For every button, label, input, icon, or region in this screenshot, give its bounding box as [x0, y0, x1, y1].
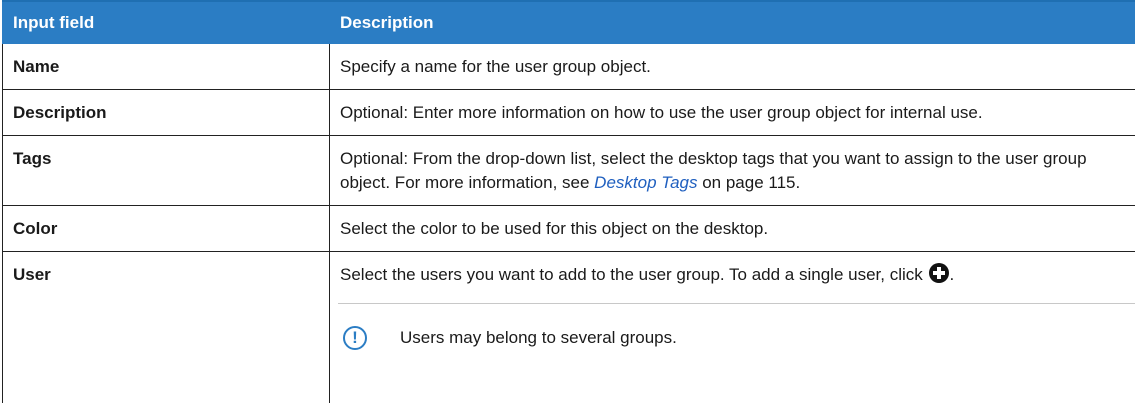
description-cell: Specify a name for the user group object…	[329, 43, 1135, 90]
desktop-tags-link[interactable]: Desktop Tags	[594, 173, 697, 192]
table-header-row: Input field Description	[2, 0, 1135, 44]
description-cell: Optional: From the drop-down list, selec…	[329, 135, 1135, 206]
note-text: Users may belong to several groups.	[400, 328, 677, 347]
description-text: on page 115.	[697, 173, 801, 192]
table-row: Description Optional: Enter more informa…	[2, 89, 1135, 136]
description-cell: Optional: Enter more information on how …	[329, 89, 1135, 136]
description-cell: Select the users you want to add to the …	[329, 251, 1135, 403]
field-name-cell: Color	[2, 205, 330, 252]
description-text: .	[949, 265, 955, 284]
description-cell: Select the color to be used for this obj…	[329, 205, 1135, 252]
header-input-field: Input field	[2, 0, 330, 44]
field-name-cell: Description	[2, 89, 330, 136]
field-name-cell: User	[2, 251, 330, 403]
description-text: Select the users you want to add to the …	[340, 265, 928, 284]
note-box: ! Users may belong to several groups.	[338, 303, 1135, 350]
table-row: Name Specify a name for the user group o…	[2, 43, 1135, 90]
info-icon: !	[343, 326, 367, 350]
field-name-cell: Name	[2, 43, 330, 90]
table-row: Tags Optional: From the drop-down list, …	[2, 135, 1135, 206]
field-name-cell: Tags	[2, 135, 330, 206]
table-row: User Select the users you want to add to…	[2, 251, 1135, 403]
input-field-table: Input field Description Name Specify a n…	[2, 0, 1135, 403]
plus-circle-icon	[929, 263, 950, 283]
table-row: Color Select the color to be used for th…	[2, 205, 1135, 252]
header-description: Description	[329, 0, 1135, 44]
